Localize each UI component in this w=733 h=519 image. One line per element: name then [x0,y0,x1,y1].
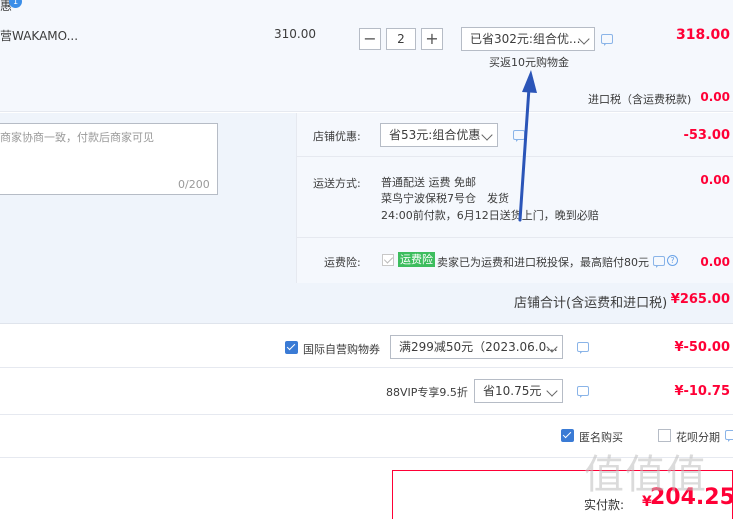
vip-discount-select[interactable]: 省10.75元 [474,379,563,403]
store-coupon-select[interactable]: 省53元:组合优惠 [380,123,498,147]
store-coupon-label: 店铺优惠: [313,130,361,143]
intl-coupon-value: ¥-50.00 [674,340,730,355]
item-discount-select[interactable]: 已省302元:组合优... [461,27,595,51]
chat-icon[interactable] [513,130,525,142]
vip-discount-select-value: 省10.75元 [483,384,542,398]
seller-message-count: 0/200 [178,178,210,191]
insurance-description: 卖家已为运费和进口税投保，最高赔付80元 [437,256,649,269]
quantity-input[interactable]: 2 [386,28,416,50]
intl-coupon-label: 国际自营购物券 [303,343,380,356]
help-icon[interactable]: ? [667,255,678,266]
quantity-decrease-button[interactable]: − [359,28,381,50]
store-coupon-select-value: 省53元:组合优惠 [389,128,481,142]
store-coupon-value: -53.00 [683,128,730,143]
cashback-note: 买返10元购物金 [489,56,569,69]
insurance-tag: 运费险 [398,252,435,267]
chevron-down-icon [546,385,558,397]
chat-icon[interactable] [601,34,613,46]
import-tax-value: 0.00 [700,90,730,104]
watermark: 值值值 [584,452,707,498]
divider [297,237,733,238]
vip-discount-label: 88VIP专享9.5折 [386,386,468,399]
shipping-method: 普通配送 运费 免邮 [381,176,476,189]
item-discount-select-value: 已省302元:组合优... [470,32,581,46]
intl-coupon-select[interactable]: 满299减50元（2023.06.0... [390,335,563,359]
chat-icon[interactable] [577,342,589,354]
chat-icon[interactable] [653,256,665,268]
shipping-value: 0.00 [700,173,730,187]
store-total-label: 店铺合计(含运费和进口税) [514,296,668,311]
vip-discount-row [0,368,733,415]
unit-price: 310.00 [274,27,316,41]
import-tax-label: 进口税（含运费税款) [588,93,692,106]
product-name[interactable]: 营WAKAMO... [0,27,78,44]
store-total-value: ¥265.00 [670,292,730,307]
insurance-checkbox[interactable] [382,254,394,266]
shipping-label: 运送方式: [313,177,361,190]
vip-discount-value: ¥-10.75 [674,384,730,399]
seller-message-placeholder: 商家协商一致，付款后商家可见 [0,131,154,144]
shipping-delivery-promise: 24:00前付款，6月12日送货上门，晚到必赔 [381,209,599,222]
intl-coupon-checkbox[interactable] [285,341,298,354]
divider [297,156,733,157]
anonymous-purchase-checkbox[interactable] [561,429,574,442]
item-total: 318.00 [675,27,730,43]
chat-icon[interactable] [725,430,733,442]
quantity-increase-button[interactable]: + [421,28,443,50]
shipping-warehouse: 菜鸟宁波保税7号仓 发货 [381,192,509,205]
intl-coupon-select-value: 满299减50元（2023.06.0... [399,340,558,354]
chat-icon[interactable] [577,386,589,398]
huabei-installment-checkbox[interactable] [658,429,671,442]
insurance-value: 0.00 [700,255,730,269]
chevron-down-icon [481,129,493,141]
insurance-label: 运费险: [324,256,361,269]
